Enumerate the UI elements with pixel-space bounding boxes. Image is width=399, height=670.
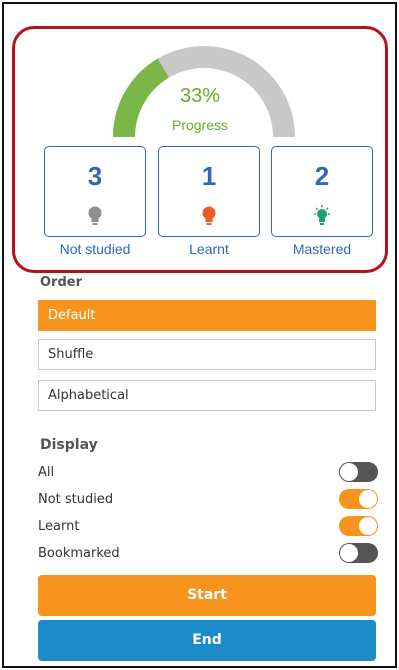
toggle-knob (340, 463, 358, 481)
progress-label: Progress (171, 117, 229, 133)
stat-not-studied[interactable]: 3 (44, 146, 146, 237)
display-label: Learnt (38, 519, 80, 534)
bulb-glowing-icon (314, 205, 330, 225)
display-title: Display (40, 437, 98, 453)
progress-percent: 33% (179, 85, 221, 107)
display-label: Bookmarked (38, 546, 120, 561)
order-option-shuffle[interactable]: Shuffle (38, 339, 376, 370)
order-option-default[interactable]: Default (38, 300, 376, 331)
toggle-bookmarked[interactable] (339, 543, 378, 563)
display-row-all: All (38, 462, 378, 484)
toggle-knob (359, 490, 377, 508)
display-row-not-studied: Not studied (38, 489, 378, 511)
stat-count: 2 (314, 161, 330, 191)
toggle-learnt[interactable] (339, 516, 378, 536)
order-title: Order (40, 275, 82, 290)
display-label: Not studied (38, 492, 114, 507)
bulb-icon (202, 206, 216, 225)
stat-count: 1 (201, 161, 217, 191)
display-label: All (38, 465, 55, 480)
stat-label-not-studied: Not studied (59, 241, 131, 257)
toggle-all[interactable] (339, 462, 378, 482)
end-button[interactable]: End (38, 620, 376, 661)
order-option-alphabetical[interactable]: Alphabetical (38, 380, 376, 411)
stat-count: 3 (87, 161, 103, 191)
stat-mastered[interactable]: 2 (271, 146, 373, 237)
progress-card: 33% Progress 3 Not studied 1 Learnt 2 Ma… (12, 26, 388, 273)
start-button[interactable]: Start (38, 575, 376, 616)
stat-label-mastered: Mastered (292, 241, 352, 257)
stat-label-learnt: Learnt (189, 241, 229, 257)
display-row-bookmarked: Bookmarked (38, 543, 378, 565)
toggle-knob (359, 517, 377, 535)
toggle-not-studied[interactable] (339, 489, 378, 509)
display-row-learnt: Learnt (38, 516, 378, 538)
toggle-knob (340, 544, 358, 562)
bulb-icon (88, 206, 102, 225)
stat-learnt[interactable]: 1 (158, 146, 260, 237)
